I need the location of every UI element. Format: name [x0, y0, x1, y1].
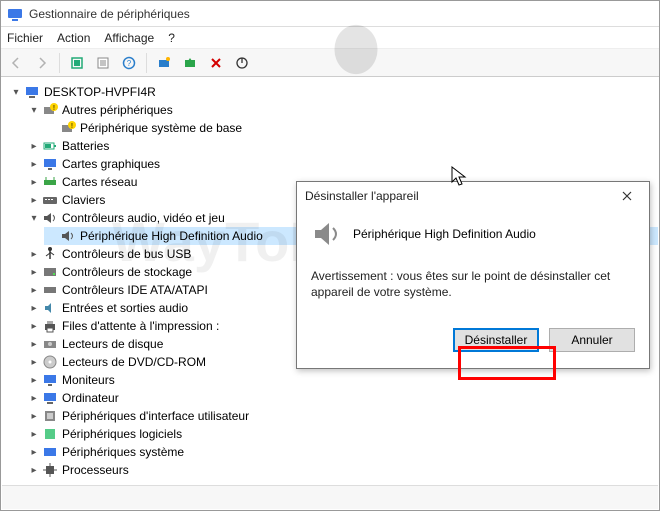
- uninstall-button[interactable]: [205, 52, 227, 74]
- battery-icon: [42, 138, 58, 154]
- expand-icon[interactable]: ▾: [28, 212, 40, 224]
- hid-icon: [42, 408, 58, 424]
- menu-action[interactable]: Action: [57, 31, 90, 45]
- tree-other-devices[interactable]: ▾ ! Autres périphériques: [26, 101, 658, 119]
- audio-io-icon: [42, 300, 58, 316]
- tree-batteries[interactable]: ▸Batteries: [26, 137, 658, 155]
- tree-display[interactable]: ▸Cartes graphiques: [26, 155, 658, 173]
- collapse-icon[interactable]: ▸: [28, 464, 40, 476]
- svg-text:!: !: [53, 105, 55, 112]
- speaker-icon: [311, 218, 343, 250]
- collapse-icon[interactable]: ▸: [28, 338, 40, 350]
- collapse-icon[interactable]: ▸: [28, 410, 40, 422]
- help-button[interactable]: ?: [118, 52, 140, 74]
- dialog-titlebar: Désinstaller l'appareil: [297, 182, 649, 210]
- menu-help[interactable]: ?: [168, 31, 175, 45]
- collapse-icon[interactable]: ▸: [28, 428, 40, 440]
- tree-software[interactable]: ▸Périphériques logiciels: [26, 425, 658, 443]
- cancel-button[interactable]: Annuler: [549, 328, 635, 352]
- collapse-icon[interactable]: ▸: [28, 320, 40, 332]
- dialog-device-name: Périphérique High Definition Audio: [353, 227, 536, 241]
- properties-button[interactable]: [92, 52, 114, 74]
- collapse-icon[interactable]: ▸: [28, 284, 40, 296]
- uninstall-dialog: Désinstaller l'appareil Périphérique Hig…: [296, 181, 650, 369]
- collapse-icon[interactable]: ▸: [28, 248, 40, 260]
- expand-icon[interactable]: ▾: [10, 86, 22, 98]
- tree-hid[interactable]: ▸Périphériques d'interface utilisateur: [26, 407, 658, 425]
- dvd-icon: [42, 354, 58, 370]
- collapse-icon[interactable]: ▸: [28, 374, 40, 386]
- collapse-icon[interactable]: ▸: [28, 392, 40, 404]
- collapse-icon[interactable]: ▸: [28, 158, 40, 170]
- collapse-icon[interactable]: ▸: [28, 194, 40, 206]
- forward-button[interactable]: [31, 52, 53, 74]
- menu-file[interactable]: Fichier: [7, 31, 43, 45]
- tree-system[interactable]: ▸Périphériques système: [26, 443, 658, 461]
- tree-monitors[interactable]: ▸Moniteurs: [26, 371, 658, 389]
- software-icon: [42, 426, 58, 442]
- keyboard-icon: [42, 192, 58, 208]
- tree-mice[interactable]: ▸Souris et autres périphériques de point…: [26, 479, 658, 482]
- back-button[interactable]: [5, 52, 27, 74]
- device-manager-window: Gestionnaire de périphériques Fichier Ac…: [0, 0, 660, 511]
- tree-base-device[interactable]: ! Périphérique système de base: [44, 119, 658, 137]
- cpu-icon: [42, 462, 58, 478]
- show-hidden-button[interactable]: [66, 52, 88, 74]
- menubar: Fichier Action Affichage ?: [1, 27, 659, 49]
- disable-button[interactable]: [231, 52, 253, 74]
- dialog-close-button[interactable]: [613, 186, 641, 206]
- warning-device-icon: !: [42, 102, 58, 118]
- collapse-icon[interactable]: ▸: [28, 302, 40, 314]
- mouse-icon: [42, 480, 58, 482]
- speaker-icon: [60, 228, 76, 244]
- speaker-icon: [42, 210, 58, 226]
- svg-text:?: ?: [127, 59, 132, 68]
- expand-icon[interactable]: ▾: [28, 104, 40, 116]
- collapse-icon[interactable]: ▸: [28, 266, 40, 278]
- status-bar: [2, 485, 658, 509]
- titlebar: Gestionnaire de périphériques: [1, 1, 659, 27]
- ide-icon: [42, 282, 58, 298]
- network-icon: [42, 174, 58, 190]
- scan-hardware-button[interactable]: [153, 52, 175, 74]
- computer-icon: [24, 84, 40, 100]
- tree-root[interactable]: ▾ DESKTOP-HVPFI4R: [8, 83, 658, 101]
- toolbar: ?: [1, 49, 659, 77]
- collapse-icon[interactable]: ▸: [28, 356, 40, 368]
- dialog-warning-text: Avertissement : vous êtes sur le point d…: [311, 268, 635, 300]
- tree-computer[interactable]: ▸Ordinateur: [26, 389, 658, 407]
- collapse-icon[interactable]: ▸: [28, 446, 40, 458]
- uninstall-confirm-button[interactable]: Désinstaller: [453, 328, 539, 352]
- toolbar-divider: [59, 53, 60, 73]
- toolbar-divider: [146, 53, 147, 73]
- device-manager-icon: [7, 6, 23, 22]
- tree-cpus[interactable]: ▸Processeurs: [26, 461, 658, 479]
- dialog-title: Désinstaller l'appareil: [305, 189, 419, 203]
- display-icon: [42, 156, 58, 172]
- warning-device-icon: !: [60, 120, 76, 136]
- menu-view[interactable]: Affichage: [104, 31, 154, 45]
- collapse-icon[interactable]: ▸: [28, 140, 40, 152]
- system-icon: [42, 444, 58, 460]
- computer-icon: [42, 390, 58, 406]
- usb-icon: [42, 246, 58, 262]
- monitor-icon: [42, 372, 58, 388]
- storage-icon: [42, 264, 58, 280]
- svg-text:!: !: [71, 123, 73, 130]
- update-driver-button[interactable]: [179, 52, 201, 74]
- window-title: Gestionnaire de périphériques: [29, 7, 190, 21]
- disk-icon: [42, 336, 58, 352]
- collapse-icon[interactable]: ▸: [28, 176, 40, 188]
- printer-icon: [42, 318, 58, 334]
